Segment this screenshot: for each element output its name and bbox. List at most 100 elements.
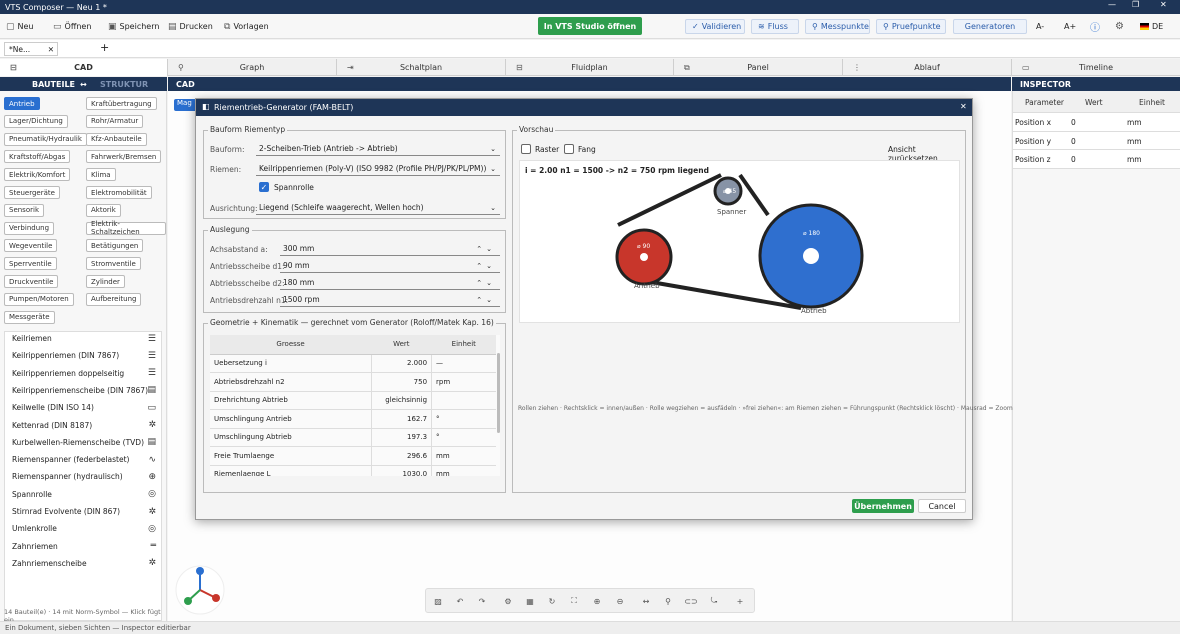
link-icon[interactable]: ⊂⊃	[683, 593, 699, 609]
list-item[interactable]: Keilwelle (DIN ISO 14) ▭	[4, 399, 162, 416]
maximize-button[interactable]: ❐	[1132, 0, 1139, 9]
category-chip[interactable]: Verbindung	[4, 221, 55, 235]
ausrichtung-select[interactable]: Liegend (Schleife waagerecht, Wellen hoc…	[256, 201, 500, 215]
category-chip[interactable]: Zylinder	[86, 275, 125, 288]
list-item[interactable]: Keilrippenriemen doppelseitig ☰	[4, 365, 162, 382]
new-button[interactable]: ▢ Neu	[6, 19, 34, 34]
fang-checkbox[interactable]	[564, 144, 574, 154]
tab-cad[interactable]: ⊟ CAD	[0, 59, 168, 76]
table-row[interactable]: Position x 0 mm	[1013, 113, 1180, 132]
print-button[interactable]: ▤ Drucken	[168, 19, 213, 34]
category-chip[interactable]: Fahrwerk/Bremsen	[86, 150, 162, 164]
refresh-icon[interactable]: ↻	[544, 593, 560, 609]
list-item[interactable]: Umlenkrolle ◎	[4, 520, 162, 537]
table-row[interactable]: Freie Trumlaenge 296.6 mm	[210, 446, 496, 466]
grid-icon[interactable]: ▦	[522, 593, 538, 609]
list-item[interactable]: Zahnriemenscheibe ✲	[4, 555, 162, 572]
gear-icon[interactable]: ⚙	[1115, 19, 1124, 34]
tab-struktur[interactable]: STRUKTUR	[100, 80, 148, 89]
category-chip[interactable]: Sensorik	[4, 203, 44, 217]
spinner-arrows-icon[interactable]: ⌃⌄	[476, 245, 496, 253]
info-icon[interactable]: ⓘ	[1090, 19, 1100, 34]
image-icon[interactable]: ▨	[430, 593, 446, 609]
spin-input[interactable]: 90 mm ⌃⌄	[280, 259, 500, 273]
spannrolle-checkbox[interactable]: ✓	[259, 182, 269, 192]
tab-bauteile[interactable]: BAUTEILE	[32, 80, 75, 89]
category-chip[interactable]: Elektromobilität	[86, 186, 152, 199]
table-row[interactable]: Umschlingung Antrieb 162.7 °	[210, 409, 496, 429]
document-tab[interactable]: *Ne... ✕	[4, 42, 58, 56]
close-window-button[interactable]: ✕	[1160, 0, 1167, 9]
table-row[interactable]: Riemenlaenge L 1030.0 mm	[210, 465, 496, 476]
inspector-cell[interactable]: 0	[1071, 155, 1076, 164]
list-item[interactable]: Keilrippenriemen (DIN 7867) ☰	[4, 347, 162, 364]
zoom-in-icon[interactable]: ⊕	[589, 593, 605, 609]
list-item[interactable]: Keilriemen ☰	[4, 330, 162, 347]
category-chip[interactable]: Antrieb	[4, 97, 40, 110]
dialog-close-icon[interactable]: ✕	[960, 102, 967, 111]
swap-icon[interactable]: ↔	[80, 80, 87, 89]
fit-icon[interactable]: ⛶	[566, 593, 582, 609]
category-chip[interactable]: Klima	[86, 168, 116, 182]
settings-icon[interactable]: ⚙	[500, 593, 516, 609]
table-row[interactable]: Uebersetzung i 2.000—	[210, 354, 496, 373]
redo-icon[interactable]: ↷	[474, 593, 490, 609]
inspector-cell[interactable]: 0	[1071, 118, 1076, 127]
category-chip[interactable]: Aufbereitung	[86, 292, 142, 306]
close-tab-icon[interactable]: ✕	[48, 45, 54, 54]
table-scrollbar[interactable]	[497, 353, 500, 433]
check-points-button[interactable]: ⚲ Pruefpunkte	[876, 19, 946, 34]
save-button[interactable]: ▣ Speichern	[108, 19, 159, 34]
category-chip[interactable]: Elektrik/Komfort	[4, 168, 71, 182]
category-chip[interactable]: Rohr/Armatur	[86, 114, 144, 128]
preview-canvas[interactable]: i = 2.00 n1 = 1500 -> n2 = 750 rpm liege…	[519, 160, 960, 323]
table-row[interactable]: Abtriebsdrehzahl n2 750 rpm	[210, 372, 496, 392]
table-row[interactable]: Position z 0 mm	[1013, 150, 1180, 169]
measure-icon[interactable]: ↔	[638, 593, 654, 609]
tab-ablauf[interactable]: ⋮ Ablauf	[843, 59, 1012, 76]
font-smaller-button[interactable]: A-	[1036, 19, 1044, 34]
table-row[interactable]: Position y 0 mm	[1013, 131, 1180, 150]
zoom-out-icon[interactable]: ⊖	[612, 593, 628, 609]
category-chip[interactable]: Stromventile	[86, 257, 141, 271]
category-chip[interactable]: Druckventile	[4, 275, 59, 288]
category-chip[interactable]: Aktorik	[86, 203, 121, 217]
pin-icon[interactable]: ⚲	[660, 593, 676, 609]
spinner-arrows-icon[interactable]: ⌃⌄	[476, 279, 496, 287]
minimize-button[interactable]: —	[1108, 0, 1116, 9]
language-selector[interactable]: DE	[1140, 19, 1163, 34]
category-chip[interactable]: Pneumatik/Hydraulik	[4, 132, 87, 146]
category-chip[interactable]: Wegeventile	[4, 239, 58, 253]
tab-timeline[interactable]: ▭ Timeline	[1012, 59, 1180, 76]
category-chip[interactable]: Kfz-Anbauteile	[86, 132, 147, 146]
add-tab-button[interactable]: +	[100, 41, 109, 54]
list-item[interactable]: Spannrolle ◎	[4, 486, 162, 503]
list-item[interactable]: Zahnriemen ═	[4, 538, 162, 555]
bauform-select[interactable]: 2-Scheiben-Trieb (Antrieb -> Abtrieb) ⌄	[256, 142, 500, 156]
category-chip[interactable]: Elektrik-Schaltzeichen	[86, 220, 166, 236]
open-button[interactable]: ▭ Öffnen	[53, 19, 91, 34]
inspector-cell[interactable]: 0	[1071, 137, 1076, 146]
list-item[interactable]: Riemenspanner (hydraulisch) ⊕	[4, 468, 162, 485]
tab-fluidplan[interactable]: ⊟ Fluidplan	[506, 59, 674, 76]
spinner-arrows-icon[interactable]: ⌃⌄	[476, 296, 496, 304]
undo-icon[interactable]: ↶	[452, 593, 468, 609]
list-item[interactable]: Kurbelwellen-Riemenscheibe (TVD) ▤	[4, 434, 162, 451]
axis-gizmo[interactable]	[172, 565, 228, 615]
route-icon[interactable]: ⤿	[706, 593, 722, 609]
list-item[interactable]: Riemenspanner (federbelastet) ∿	[4, 451, 162, 468]
spinner-arrows-icon[interactable]: ⌃⌄	[476, 262, 496, 270]
spin-input[interactable]: 180 mm ⌃⌄	[280, 276, 500, 290]
category-chip[interactable]: Pumpen/Motoren	[4, 292, 74, 306]
font-larger-button[interactable]: A+	[1064, 19, 1076, 34]
list-item[interactable]: Stirnrad Evolvente (DIN 867) ✲	[4, 503, 162, 520]
list-item[interactable]: Keilrippenriemenscheibe (DIN 7867) ▤	[4, 382, 162, 399]
table-row[interactable]: Umschlingung Abtrieb 197.3 °	[210, 428, 496, 447]
tab-schaltplan[interactable]: ⇥ Schaltplan	[337, 59, 506, 76]
category-chip[interactable]: Messgeräte	[4, 310, 55, 324]
tab-panel[interactable]: ⧉ Panel	[674, 59, 843, 76]
category-chip[interactable]: Kraftübertragung	[86, 97, 157, 110]
apply-button[interactable]: Übernehmen	[852, 499, 914, 513]
raster-checkbox[interactable]	[521, 144, 531, 154]
category-chip[interactable]: Lager/Dichtung	[4, 114, 68, 128]
